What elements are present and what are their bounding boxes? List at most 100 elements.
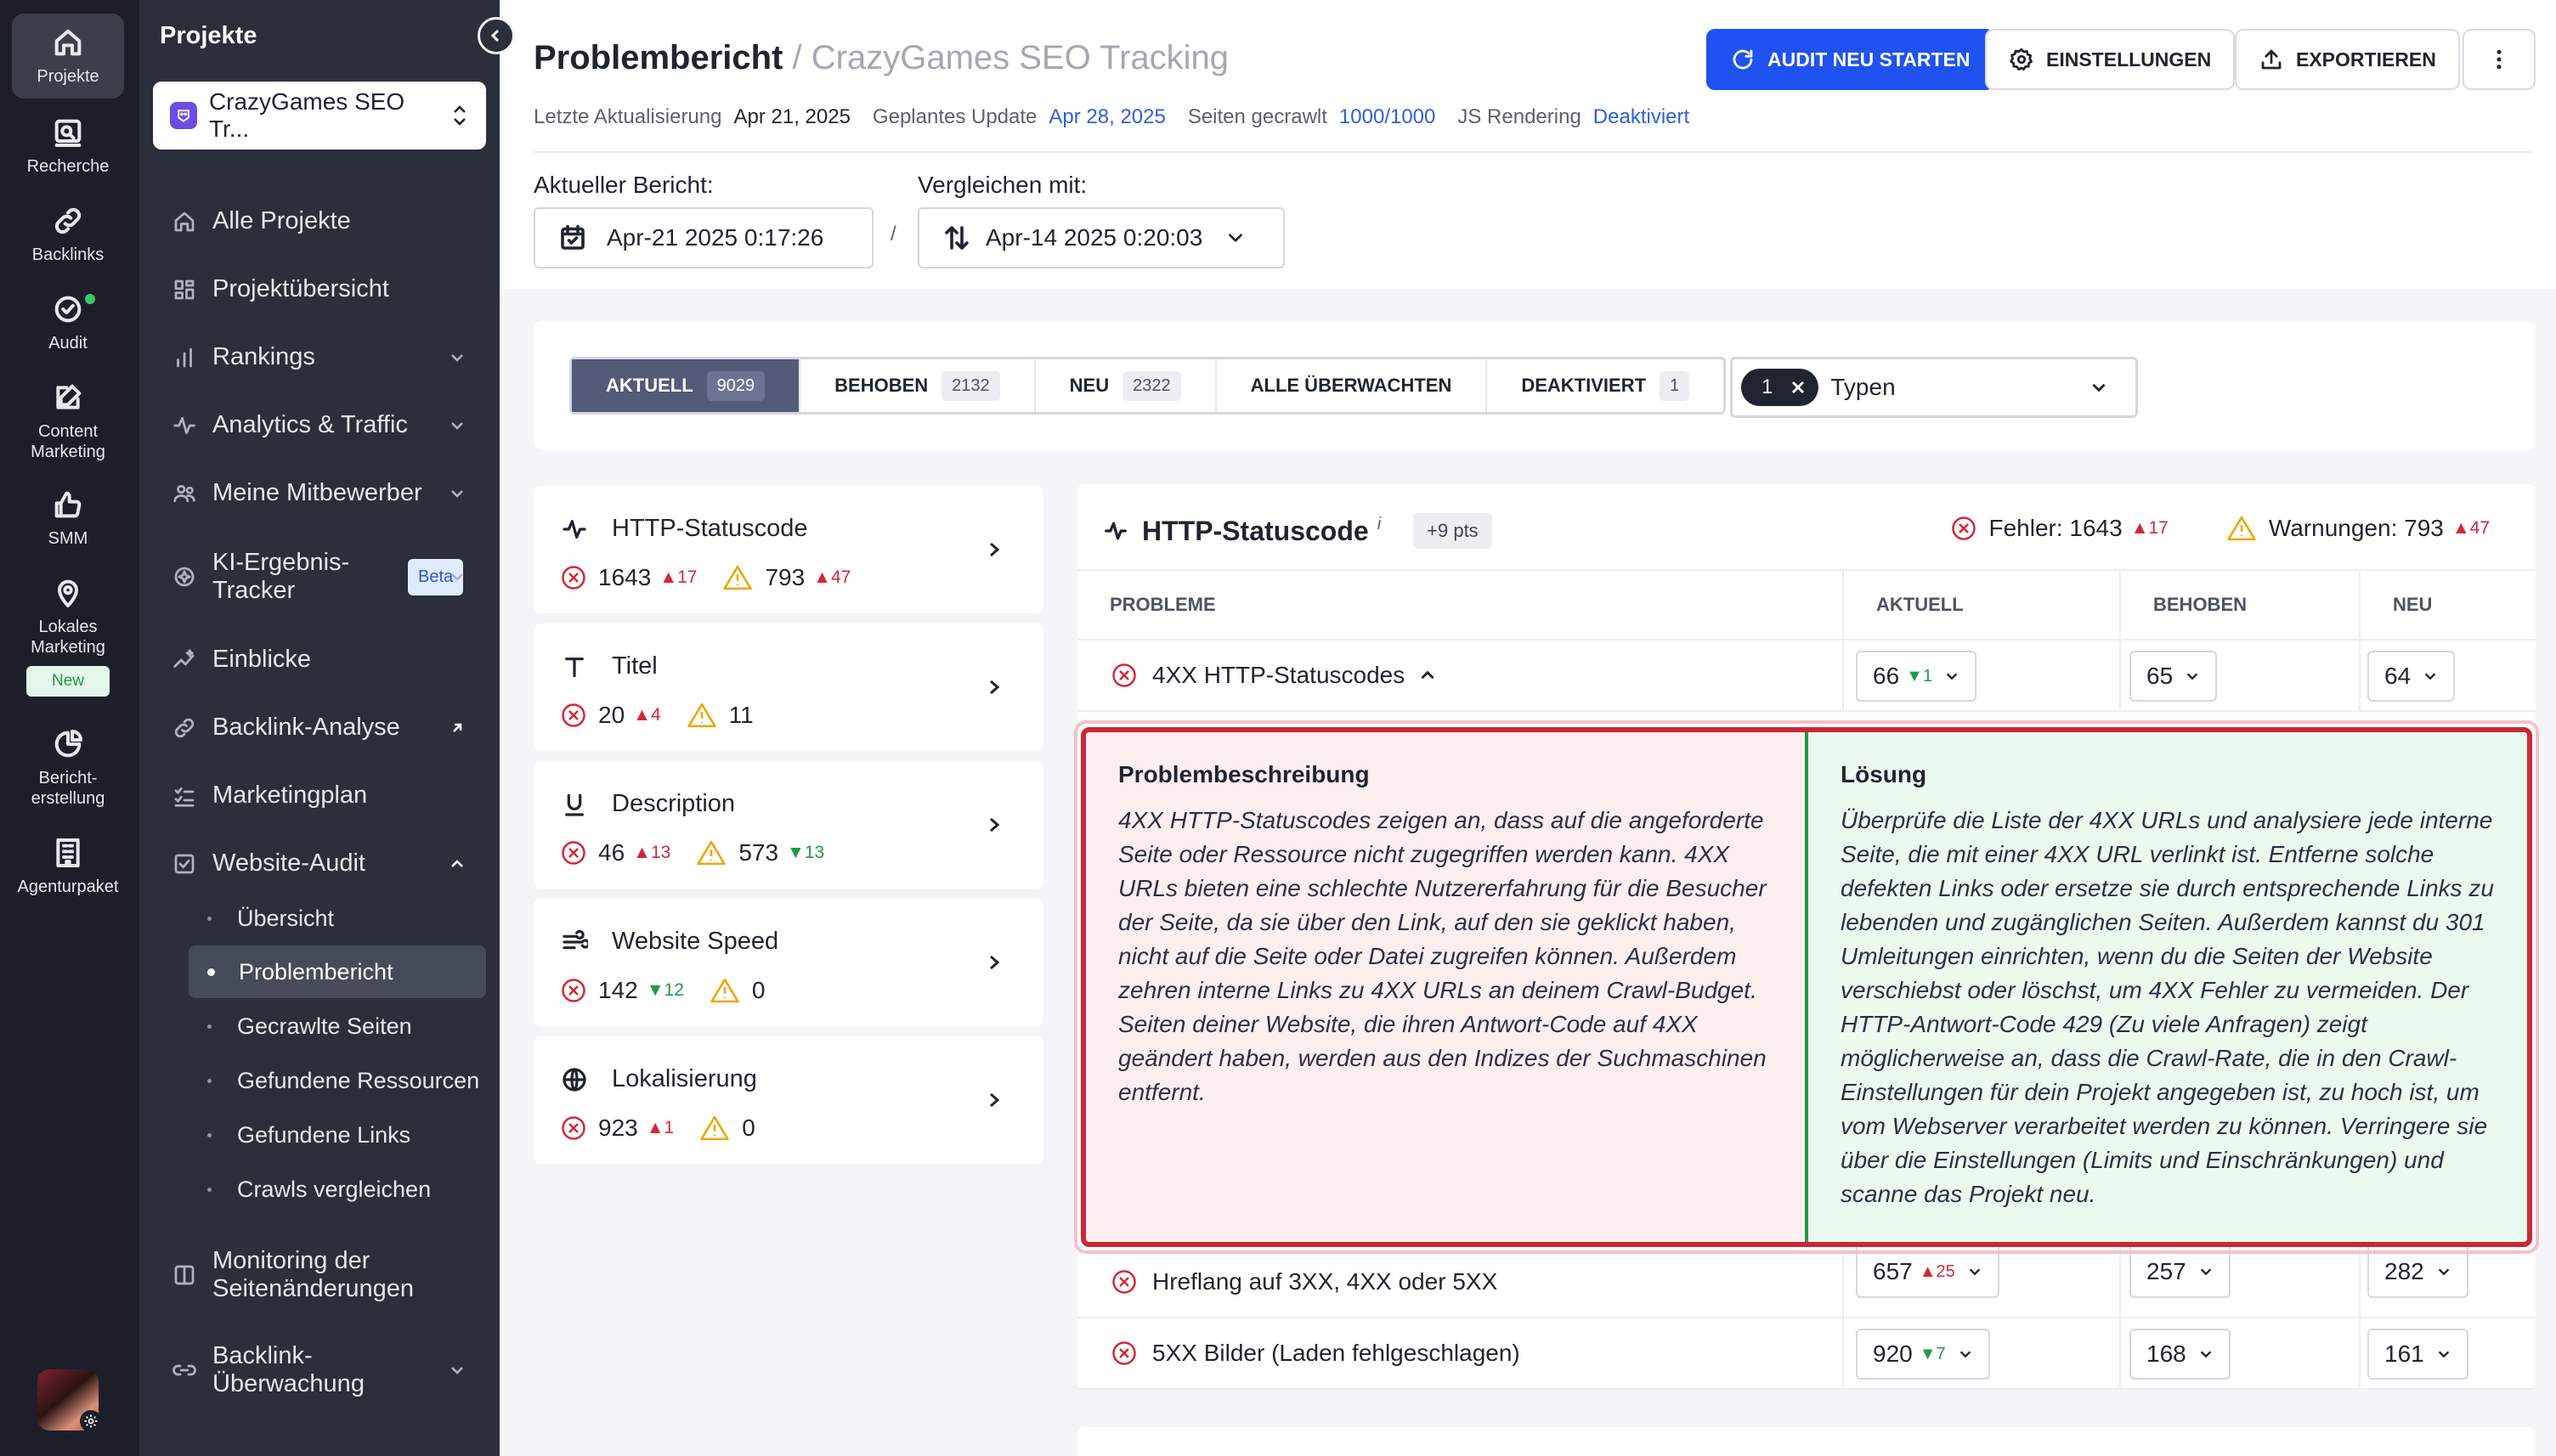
tab-neu[interactable]: NEU 2322 bbox=[1036, 359, 1217, 412]
content-edit-icon bbox=[56, 384, 82, 409]
compare-pages-icon bbox=[174, 1265, 195, 1285]
tab-label: BEHOBEN bbox=[834, 375, 929, 396]
current-count-dropdown[interactable]: 920 ▼7 bbox=[1856, 1329, 1990, 1380]
sidebar-item-marketingplan[interactable]: Marketingplan bbox=[153, 782, 486, 810]
sidebar-collapse-button[interactable] bbox=[478, 17, 515, 54]
fixed-count-dropdown[interactable]: 168 bbox=[2129, 1329, 2231, 1380]
table-row[interactable]: Hreflang auf 3XX, 4XX oder 5XX 657 ▲25 2… bbox=[1077, 1247, 2536, 1318]
settings-button[interactable]: EINSTELLUNGEN bbox=[1985, 29, 2236, 90]
rail-item-smm[interactable]: SMM bbox=[12, 488, 124, 556]
export-button[interactable]: EXPORTIEREN bbox=[2235, 29, 2460, 90]
category-card-title: Description bbox=[561, 790, 735, 818]
category-card-titel[interactable]: Titel 20 ▲4 11 bbox=[534, 624, 1043, 751]
sidebar-item-mitbewerber[interactable]: Meine Mitbewerber bbox=[153, 479, 486, 507]
sidebar-item-backlink-ueberwachung[interactable]: Backlink-Überwachung bbox=[153, 1340, 486, 1400]
sidebar-item-label: Website-Audit bbox=[212, 849, 365, 877]
chevron-up-icon[interactable] bbox=[1418, 666, 1437, 685]
sidebar-subitem-gefundene-ressourcen[interactable]: Gefundene Ressourcen bbox=[189, 1054, 486, 1107]
sidebar-subitem-label: Gefundene Ressourcen bbox=[237, 1067, 480, 1093]
rail-item-agenturpaket[interactable]: Agenturpaket bbox=[12, 836, 124, 904]
sidebar-item-ki-tracker[interactable]: KI-Ergebnis-Tracker Beta bbox=[153, 547, 486, 607]
sidebar-item-rankings[interactable]: Rankings bbox=[153, 343, 486, 371]
sidebar-item-monitoring[interactable]: Monitoring der Seitenänderungen bbox=[153, 1245, 486, 1305]
sidebar-subitem-crawls-vergleichen[interactable]: Crawls vergleichen bbox=[189, 1163, 486, 1216]
compare-date-picker[interactable]: Apr-14 2025 0:20:03 bbox=[918, 207, 1285, 268]
sidebar-subitem-gecrawlte-seiten[interactable]: Gecrawlte Seiten bbox=[189, 1000, 486, 1052]
new-count-dropdown[interactable]: 161 bbox=[2367, 1329, 2468, 1380]
new-count-dropdown[interactable]: 282 bbox=[2367, 1247, 2468, 1298]
category-card-stats: 46 ▲13 573 ▼13 bbox=[561, 839, 850, 866]
table-row[interactable]: 5XX Bilder (Laden fehlgeschlagen) 920 ▼7… bbox=[1077, 1318, 2536, 1390]
rail-item-berichterstellung[interactable]: Bericht-erstellung bbox=[12, 727, 124, 812]
rail-item-projekte[interactable]: Projekte bbox=[12, 14, 124, 99]
project-selector[interactable]: CrazyGames SEO Tr... bbox=[153, 82, 486, 150]
rail-label: Content Marketing bbox=[31, 422, 105, 461]
rail-item-lokales-marketing[interactable]: Lokales Marketing New bbox=[12, 576, 124, 712]
tab-deaktiviert[interactable]: DEAKTIVIERT 1 bbox=[1487, 359, 1723, 412]
rail-item-recherche[interactable]: Recherche bbox=[12, 116, 124, 183]
sidebar-subitem-uebersicht[interactable]: Übersicht bbox=[189, 892, 486, 945]
meta-js-rendering[interactable]: Deaktiviert bbox=[1593, 105, 1689, 129]
current-count-dropdown[interactable]: 657 ▲25 bbox=[1856, 1247, 1999, 1298]
issue-name[interactable]: 5XX Bilder (Laden fehlgeschlagen) bbox=[1111, 1318, 1520, 1388]
error-x-icon bbox=[562, 566, 585, 590]
rail-label: Lokales Marketing bbox=[31, 618, 105, 657]
globe-icon bbox=[563, 1067, 586, 1092]
tab-alle-ueberwachten[interactable]: ALLE ÜBERWACHTEN bbox=[1217, 359, 1488, 412]
rail-item-content-marketing[interactable]: Content Marketing bbox=[12, 381, 124, 466]
tab-behoben[interactable]: BEHOBEN 2132 bbox=[800, 359, 1036, 412]
error-count: 46 bbox=[598, 839, 625, 866]
info-icon[interactable]: i bbox=[1377, 515, 1381, 534]
sidebar-item-einblicke[interactable]: Einblicke bbox=[153, 646, 486, 674]
new-count-dropdown[interactable]: 64 bbox=[2367, 651, 2456, 702]
rail-item-backlinks[interactable]: Backlinks bbox=[12, 204, 124, 272]
sidebar-item-label: Backlink-Analyse bbox=[212, 714, 400, 741]
cell-divider bbox=[1842, 641, 1844, 710]
error-count: 142 bbox=[598, 977, 638, 1003]
warning-count: 793 bbox=[765, 564, 806, 590]
issues-table-header: PROBLEME AKTUELL BEHOBEN NEU bbox=[1077, 569, 2536, 641]
category-card-lokalisierung[interactable]: Lokalisierung 923 ▲1 0 bbox=[534, 1036, 1043, 1164]
problem-description-title: Problembeschreibung bbox=[1118, 761, 1370, 787]
sidebar-subitem-gefundene-links[interactable]: Gefundene Links bbox=[189, 1109, 486, 1161]
chevron-down-icon bbox=[2200, 1351, 2211, 1358]
category-card-description[interactable]: Description 46 ▲13 573 ▼13 bbox=[534, 761, 1043, 889]
page-title-text: Problembericht bbox=[534, 39, 783, 76]
more-vertical-icon bbox=[2497, 49, 2502, 70]
sidebar-subitem-problembericht[interactable]: Problembericht bbox=[189, 945, 486, 998]
close-icon[interactable] bbox=[1788, 377, 1808, 398]
meta-pages-crawled[interactable]: 1000/1000 bbox=[1339, 105, 1435, 129]
category-card-title: HTTP-Statuscode bbox=[561, 515, 807, 543]
sidebar-item-alle-projekte[interactable]: Alle Projekte bbox=[153, 207, 486, 235]
users-icon bbox=[173, 484, 195, 502]
issue-name[interactable]: 4XX HTTP-Statuscodes bbox=[1111, 641, 1437, 710]
chevron-down-icon bbox=[1959, 1351, 1971, 1358]
sidebar-item-backlink-analyse[interactable]: Backlink-Analyse bbox=[153, 714, 486, 742]
meta-planned-update[interactable]: Apr 28, 2025 bbox=[1049, 105, 1165, 129]
fixed-count-dropdown[interactable]: 257 bbox=[2129, 1247, 2231, 1298]
category-card-website-speed[interactable]: Website Speed 142 ▼12 0 bbox=[534, 899, 1043, 1026]
select-arrows-icon bbox=[454, 105, 466, 126]
column-header-neu: NEU bbox=[2359, 571, 2432, 639]
sidebar-item-analytics[interactable]: Analytics & Traffic bbox=[153, 411, 486, 439]
more-menu-button[interactable] bbox=[2463, 29, 2536, 90]
checklist-icon bbox=[174, 787, 195, 807]
tab-aktuell[interactable]: AKTUELL 9029 bbox=[572, 359, 801, 412]
error-delta-value: 17 bbox=[677, 567, 698, 587]
location-pin-icon bbox=[58, 579, 78, 607]
sidebar-item-projektuebersicht[interactable]: Projektübersicht bbox=[153, 275, 486, 303]
fixed-count-dropdown[interactable]: 65 bbox=[2129, 651, 2218, 702]
current-report-date-picker[interactable]: Apr-21 2025 0:17:26 bbox=[534, 207, 874, 268]
solution-description: Lösung Überprüfe die Liste der 4XX URLs … bbox=[1805, 732, 2527, 1242]
issue-name[interactable]: Hreflang auf 3XX, 4XX oder 5XX bbox=[1111, 1247, 1497, 1317]
category-card-http-statuscode[interactable]: HTTP-Statuscode 1643 ▲17 793 ▲47 bbox=[534, 486, 1043, 613]
avatar-settings[interactable] bbox=[80, 1410, 102, 1432]
sidebar-item-website-audit[interactable]: Website-Audit bbox=[153, 849, 486, 878]
table-row[interactable]: 4XX HTTP-Statuscodes 66 ▼1 65 64 bbox=[1077, 641, 2536, 712]
rail-item-audit[interactable]: Audit bbox=[12, 292, 124, 360]
restart-audit-button[interactable]: AUDIT NEU STARTEN bbox=[1706, 29, 1994, 90]
current-count-dropdown[interactable]: 66 ▼1 bbox=[1856, 651, 1977, 702]
page-header: Problembericht / CrazyGames SEO Tracking… bbox=[500, 0, 2556, 289]
chevron-right-icon bbox=[990, 955, 1000, 970]
types-filter-dropdown[interactable]: 1 Typen bbox=[1730, 357, 2138, 418]
